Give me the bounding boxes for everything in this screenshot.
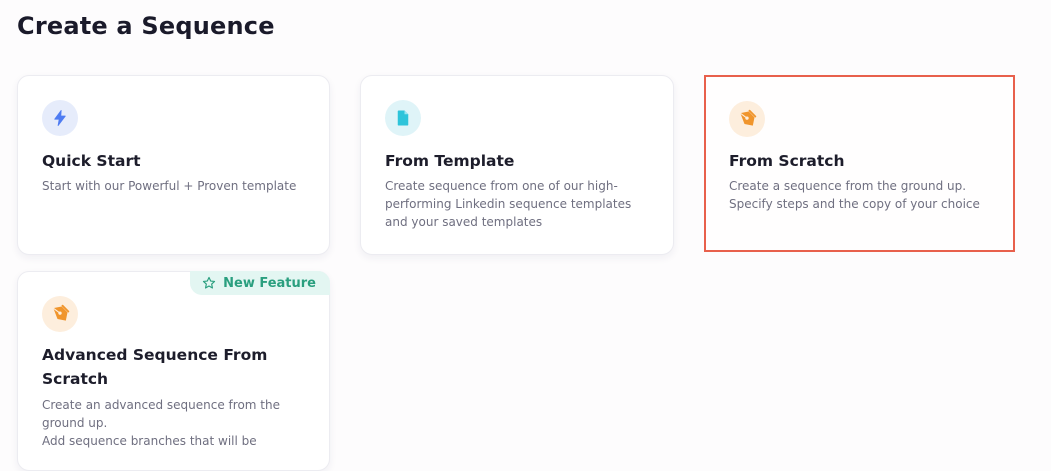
star-icon [203, 276, 216, 289]
lightning-icon [42, 100, 78, 136]
card-description: Create sequence from one of our high- pe… [385, 179, 632, 229]
card-description: Start with our Powerful + Proven templat… [42, 179, 297, 193]
card-title: From Scratch [729, 152, 845, 170]
card-title: Advanced Sequence From Scratch [42, 346, 268, 388]
card-title: Quick Start [42, 152, 141, 170]
from-scratch-card[interactable]: From Scratch Create a sequence from the … [704, 75, 1015, 252]
card-description: Create an advanced sequence from the gro… [42, 398, 280, 448]
pen-nib-icon [729, 101, 765, 137]
document-icon [385, 100, 421, 136]
page-title: Create a Sequence [17, 12, 275, 40]
new-feature-badge: New Feature [190, 271, 330, 295]
card-title: From Template [385, 152, 515, 170]
from-template-card[interactable]: From Template Create sequence from one o… [360, 75, 674, 255]
new-feature-label: New Feature [223, 275, 316, 291]
card-description: Create a sequence from the ground up. Sp… [729, 179, 980, 211]
advanced-sequence-card[interactable]: New Feature Advanced Sequence From Scrat… [17, 271, 330, 471]
quick-start-card[interactable]: Quick Start Start with our Powerful + Pr… [17, 75, 330, 255]
pen-nib-icon [42, 296, 78, 332]
